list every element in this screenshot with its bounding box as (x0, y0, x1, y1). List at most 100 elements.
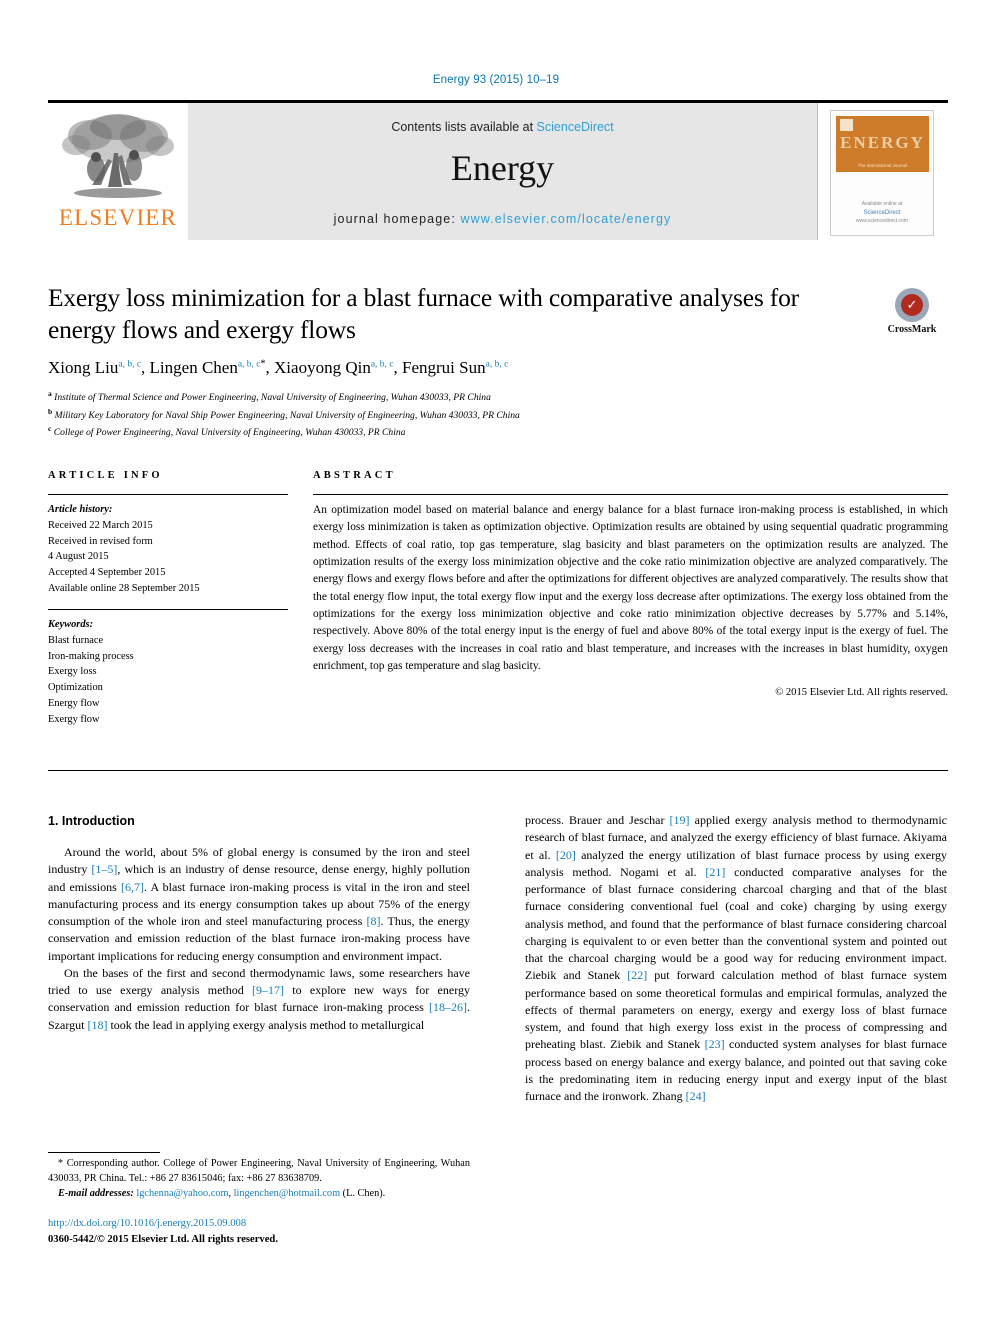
affiliation-mark: c (48, 424, 52, 433)
running-head: Energy 93 (2015) 10–19 (432, 74, 560, 86)
header-rules (48, 494, 948, 495)
email-addresses-label: E-mail addresses: (58, 1187, 134, 1199)
body-columns: 1. Introduction Around the world, about … (48, 812, 948, 1106)
citation-link[interactable]: [18–26] (429, 1000, 467, 1014)
crossmark-icon: ✓ (895, 288, 929, 322)
citation-link[interactable]: [1–5] (91, 862, 117, 876)
issn-copyright-line: 0360-5442/© 2015 Elsevier Ltd. All right… (48, 1233, 278, 1245)
abstract-copyright: © 2015 Elsevier Ltd. All rights reserved… (775, 687, 948, 699)
article-history-item: Received in revised form (48, 535, 153, 547)
abstract-bottom-rule (48, 770, 948, 771)
paragraph-text: conducted comparative analyses for the p… (525, 864, 947, 983)
doi-link[interactable]: http://dx.doi.org/10.1016/j.energy.2015.… (48, 1216, 548, 1232)
citation-link[interactable]: [21] (705, 865, 725, 879)
sciencedirect-link[interactable]: ScienceDirect (537, 120, 614, 134)
affiliation-item: a Institute of Thermal Science and Power… (48, 388, 848, 405)
check-icon: ✓ (906, 297, 918, 312)
affiliation-item: c College of Power Engineering, Naval Un… (48, 423, 848, 440)
crossmark-inner-circle: ✓ (901, 294, 923, 316)
article-info-block: Article history: Received 22 March 2015 … (48, 502, 288, 728)
author-name[interactable]: Xiaoyong Qin (274, 358, 371, 377)
homepage-prefix: journal homepage: (333, 212, 461, 226)
keyword-item: Blast furnace (48, 634, 104, 646)
citation-link[interactable]: [6,7] (121, 880, 144, 894)
footnote-body: Corresponding author. College of Power E… (48, 1158, 470, 1184)
journal-masthead: ELSEVIER Contents lists available at Sci… (48, 100, 948, 240)
title-block: Exergy loss minimization for a blast fur… (48, 282, 848, 440)
affiliation-text: College of Power Engineering, Naval Univ… (53, 427, 406, 439)
paragraph: process. Brauer and Jeschar [19] applied… (525, 812, 947, 1106)
email-suffix: (L. Chen). (340, 1187, 386, 1199)
paragraph-text: took the lead in applying exergy analysi… (107, 1017, 425, 1032)
crossmark-badge[interactable]: ✓ CrossMark (876, 288, 948, 335)
email-link-secondary[interactable]: lingenchen@hotmail.com (234, 1188, 340, 1199)
author-affiliation-marks: a, b, c (485, 359, 509, 370)
keyword-item: Iron-making process (48, 650, 134, 662)
body-column-right: process. Brauer and Jeschar [19] applied… (525, 812, 947, 1106)
journal-homepage-line: journal homepage: www.elsevier.com/locat… (188, 212, 817, 226)
footnote-emails: E-mail addresses: lgchenna@yahoo.com, li… (48, 1187, 470, 1202)
citation-link[interactable]: [9–17] (252, 983, 284, 997)
rule-gap (288, 494, 313, 495)
elsevier-tree-icon (62, 114, 174, 198)
crossmark-label: CrossMark (887, 324, 937, 335)
cover-footer-url: www.sciencedirect.com (856, 217, 908, 224)
article-info-header: ARTICLE INFO (48, 470, 163, 481)
contents-prefix: Contents lists available at (391, 120, 537, 134)
abstract-header: ABSTRACT (313, 470, 396, 481)
affiliation-mark: a (48, 389, 52, 399)
keywords-divider (48, 608, 288, 610)
author-list: Xiong Liua, b, c, Lingen Chena, b, c*, X… (48, 358, 509, 378)
section-heading-introduction: 1. Introduction (48, 814, 135, 828)
keyword-item: Exergy loss (48, 666, 97, 678)
doi-footer: http://dx.doi.org/10.1016/j.energy.2015.… (48, 1216, 548, 1248)
keywords-label: Keywords: (48, 618, 94, 630)
citation-link[interactable]: [8] (367, 914, 381, 928)
abstract-rule (313, 494, 948, 495)
author-affiliation-marks: a, b, c (370, 359, 394, 370)
abstract-block: An optimization model based on material … (313, 502, 948, 701)
citation-link[interactable]: [19] (670, 813, 690, 827)
paper-title: Exergy loss minimization for a blast fur… (48, 283, 799, 345)
elsevier-logo: ELSEVIER (48, 103, 188, 240)
paragraph: On the bases of the first and second the… (48, 965, 470, 1034)
cover-elsevier-mini-logo (840, 119, 853, 131)
cover-orange-band: ENERGY The International Journal (836, 116, 929, 172)
contents-available-line: Contents lists available at ScienceDirec… (188, 120, 817, 134)
email-link-primary[interactable]: lgchenna@yahoo.com (136, 1188, 228, 1199)
affiliation-item: b Military Key Laboratory for Naval Ship… (48, 406, 848, 423)
info-abstract-headers: ARTICLE INFO ABSTRACT (48, 470, 948, 481)
article-history-item: 4 August 2015 (48, 551, 109, 563)
citation-link[interactable]: [23] (705, 1037, 725, 1051)
author-name[interactable]: Fengrui Sun (402, 358, 486, 377)
author-name[interactable]: Lingen Chen (150, 358, 238, 377)
keyword-item: Energy flow (48, 697, 100, 709)
cover-footer-sciencedirect: ScienceDirect (863, 209, 901, 216)
paragraph-text: process. Brauer and Jeschar (525, 813, 670, 827)
elsevier-wordmark: ELSEVIER (58, 205, 178, 230)
citation-link[interactable]: [22] (627, 968, 647, 982)
homepage-url-link[interactable]: www.elsevier.com/locate/energy (460, 212, 671, 226)
keyword-item: Exergy flow (48, 713, 100, 725)
affiliation-mark: b (48, 406, 53, 416)
cover-footer: Available online at ScienceDirect www.sc… (831, 201, 933, 225)
cover-footer-line1: Available online at (861, 201, 903, 207)
corresponding-author-footnote: * Corresponding author. College of Power… (48, 1152, 470, 1202)
paragraph: Around the world, about 5% of global ene… (48, 844, 470, 965)
journal-title: Energy (450, 148, 555, 188)
cover-journal-subtitle: The International Journal (857, 163, 908, 168)
article-history-label: Article history: (48, 504, 113, 515)
affiliation-list: a Institute of Thermal Science and Power… (48, 388, 848, 440)
article-history-item: Received 22 March 2015 (48, 519, 153, 531)
article-history-item: Available online 28 September 2015 (48, 583, 200, 595)
abstract-text: An optimization model based on material … (313, 504, 948, 672)
masthead-center-panel: Contents lists available at ScienceDirec… (188, 103, 817, 240)
article-history-item: Accepted 4 September 2015 (48, 567, 166, 579)
cover-journal-title: ENERGY (840, 133, 925, 152)
citation-link[interactable]: [20] (556, 848, 576, 862)
citation-link[interactable]: [24] (686, 1089, 706, 1103)
author-name[interactable]: Xiong Liu (48, 358, 118, 377)
affiliation-text: Military Key Laboratory for Naval Ship P… (54, 409, 520, 421)
footnote-divider (48, 1152, 160, 1153)
citation-link[interactable]: [18] (87, 1018, 107, 1032)
